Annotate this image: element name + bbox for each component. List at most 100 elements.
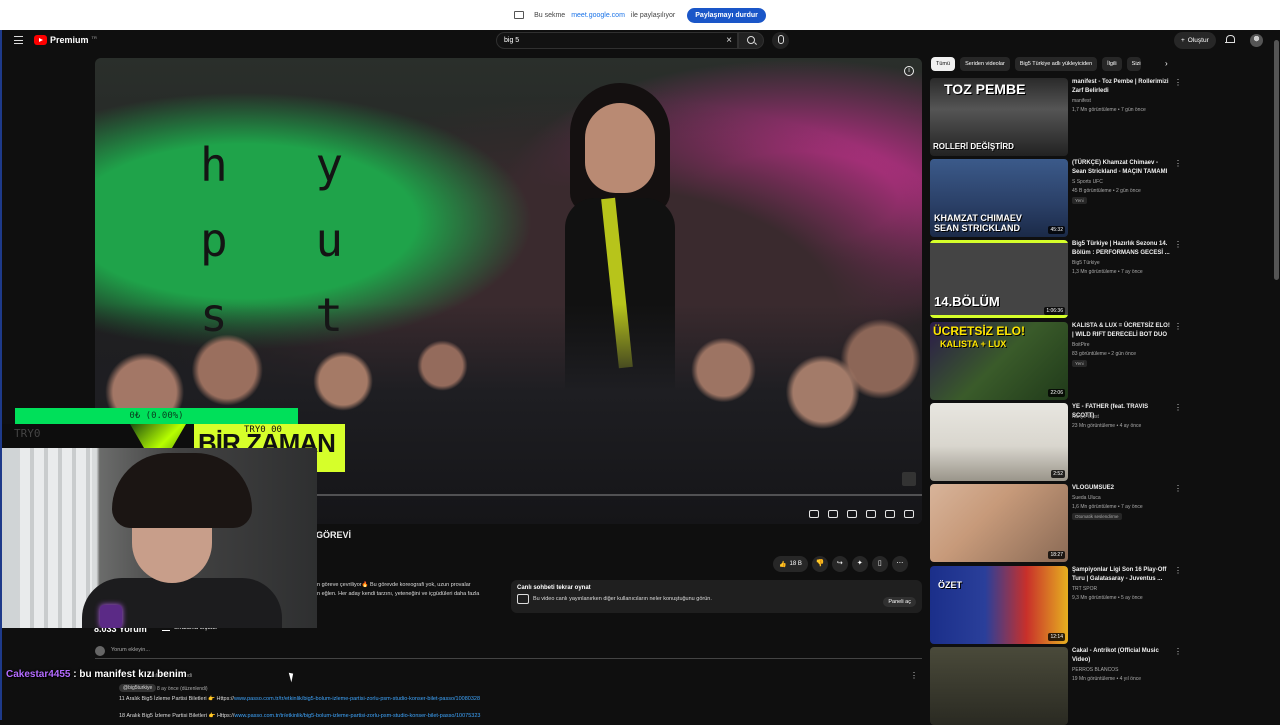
rec-title[interactable]: KALISTA & LUX = ÜCRETSİZ ELO! | WILD RIF… [1072,322,1170,340]
search-input[interactable]: big 5 × [496,32,738,49]
rec-more-icon[interactable]: ⋮ [1174,403,1182,412]
rec-more-icon[interactable]: ⋮ [1174,484,1182,493]
recommended-video[interactable]: ÖZET 12:14 Şampiyonlar Ligi Son 16 Play-… [930,566,1270,644]
rec-meta: 1,6 Mn görüntüleme • 7 ay önce [1072,504,1143,510]
rec-more-icon[interactable]: ⋮ [1174,647,1182,656]
create-button[interactable]: + Oluştur [1174,32,1216,49]
fullscreen-icon[interactable] [904,510,914,518]
rec-more-icon[interactable]: ⋮ [1174,566,1182,575]
rec-channel[interactable]: manifest [1072,98,1091,104]
video-description[interactable]: n göreve çevriliyor🔥 Bu görevde koreogra… [317,581,502,611]
add-comment-input[interactable]: Yorum ekleyin... [95,646,922,659]
chip-for-you[interactable]: Sizin için [1126,57,1141,71]
thumb-text: SEAN STRICKLAND [934,223,1021,233]
rec-title[interactable]: Big5 Türkiye | Hazırlık Sezonu 14. Bölüm… [1072,240,1170,258]
stop-sharing-button[interactable]: Paylaşmayı durdur [687,7,766,23]
account-avatar[interactable] [1250,34,1263,47]
miniplayer-icon[interactable] [866,510,876,518]
video-thumbnail[interactable]: 18:27 [930,484,1068,562]
rec-meta: 1,3 Mn görüntüleme • 7 ay önce [1072,269,1143,275]
stream-left-tag: TRY0 [14,427,41,440]
ask-ai-button[interactable]: ✦ [851,556,868,572]
menu-icon[interactable] [14,36,23,44]
video-thumbnail[interactable] [930,647,1068,725]
rec-title[interactable]: (TÜRKÇE) Khamzat Chimaev - Sean Strickla… [1072,159,1170,177]
video-thumbnail[interactable]: ÜCRETSİZ ELO! KALISTA + LUX 22:06 [930,322,1068,400]
youtube-logo[interactable]: Premium TR [34,35,97,45]
rec-title[interactable]: Şampiyonlar Ligi Son 16 Play-Off Turu | … [1072,566,1170,584]
rec-channel[interactable]: TRT SPOR [1072,586,1097,592]
description-line: n eğlen. Her aday kendi tarzını, yeteneğ… [317,591,480,597]
recommended-video[interactable]: Cakal - Antrikot (Official Music Video) … [930,647,1270,725]
info-icon[interactable]: i [904,66,914,76]
share-bar-suffix: ile paylaşılıyor [630,11,676,19]
create-label: Oluştur [1187,37,1209,44]
thumb-text: 14.BÖLÜM [934,294,1000,309]
dislike-button[interactable]: 👎 [811,556,828,572]
open-panel-button[interactable]: Paneli aç [883,597,916,607]
video-title: GÖREVİ [316,530,352,540]
rec-channel[interactable]: S Sports UFC [1072,179,1103,185]
webcam-curtain [20,448,92,628]
chip-related[interactable]: İlgili [1102,57,1122,71]
rec-more-icon[interactable]: ⋮ [1174,78,1182,87]
rec-channel[interactable]: Sueda Uluca [1072,495,1101,501]
rec-meta: 19 Mn görüntüleme • 4 yıl önce [1072,676,1142,682]
like-count: 18 B [789,561,802,567]
recommended-video[interactable]: 14.BÖLÜM 1:06:36 Big5 Türkiye | Hazırlık… [930,240,1270,318]
settings-gear-icon[interactable] [847,510,857,518]
clear-search-icon[interactable]: × [726,35,732,46]
chip-all[interactable]: Tümü [931,57,956,71]
notifications-bell-icon[interactable] [1225,35,1235,45]
rec-title[interactable]: manifest - Toz Pembe | Rollerimizi Zarf … [1072,78,1170,96]
share-button[interactable]: ↪ [831,556,848,572]
save-button[interactable]: ▯ [871,556,888,572]
video-actions: 👍 18 B 👎 ↪ ✦ ▯ ⋯ [773,556,908,572]
comment-author[interactable]: @big5turkiye [119,684,157,692]
youtube-window: Premium TR big 5 × + Oluştur h y p u s t… [0,30,1280,725]
rec-more-icon[interactable]: ⋮ [1174,159,1182,168]
sponsor-badge-icon[interactable] [902,472,916,486]
chat-username: Cakestar4455 [6,669,71,680]
video-thumbnail[interactable]: TOZ PEMBE ROLLERİ DEĞİŞTİRD [930,78,1068,156]
video-thumbnail[interactable]: KHAMZAT CHIMAEV SEAN STRICKLAND 45:32 [930,159,1068,237]
more-actions-button[interactable]: ⋯ [891,556,908,572]
live-chat-header: Canlı sohbeti tekrar oynat [517,585,591,591]
recommended-video[interactable]: ÜCRETSİZ ELO! KALISTA + LUX 22:06 KALIST… [930,322,1270,400]
search-button[interactable] [738,32,764,49]
comment-link[interactable]: www.passo.com.tr/tr/etkinlik/big5-bolum-… [234,713,480,719]
recommended-video[interactable]: TOZ PEMBE ROLLERİ DEĞİŞTİRD manifest - T… [930,78,1270,156]
rec-more-icon[interactable]: ⋮ [1174,240,1182,249]
rec-title[interactable]: VLOGUMSUE2 [1072,484,1170,493]
comment-link[interactable]: www.passo.com.tr/tr/etkinlik/big5-bolum-… [234,696,480,702]
recommended-video[interactable]: 2:52 YE - FATHER (feat. TRAVIS SCOTT) Ka… [930,403,1270,481]
video-thumbnail[interactable]: ÖZET 12:14 [930,566,1068,644]
comment-date: 8 ay önce (düzenlendi) [157,686,208,692]
monitor-icon [514,11,525,19]
subtitles-icon[interactable] [828,510,838,518]
comment-text: 11 Aralık Big5 İzleme Partisi Biletleri … [119,696,234,702]
stream-banner-small: TRY0 00 [244,425,282,435]
recommended-video[interactable]: KHAMZAT CHIMAEV SEAN STRICKLAND 45:32 (T… [930,159,1270,237]
like-button[interactable]: 👍 18 B [773,556,808,572]
chevron-right-icon[interactable]: › [1165,59,1168,68]
thumb-text: ÖZET [938,580,962,590]
video-thumbnail[interactable]: 14.BÖLÜM 1:06:36 [930,240,1068,318]
page-scrollbar[interactable] [1274,40,1279,280]
recommended-video[interactable]: 18:27 VLOGUMSUE2 Sueda Uluca 1,6 Mn görü… [930,484,1270,562]
rec-channel[interactable]: BoitPire [1072,342,1090,348]
autoplay-toggle-icon[interactable] [809,510,819,518]
video-thumbnail[interactable]: 2:52 [930,403,1068,481]
rec-duration: 22:06 [1048,389,1065,397]
rec-channel[interactable]: Big5 Türkiye [1072,260,1100,266]
rec-channel[interactable]: Kanye West [1072,414,1099,420]
comment-more-icon[interactable]: ⋮ [910,671,918,680]
chip-uploader[interactable]: Big5 Türkiye adlı yükleyiciden [1014,57,1098,71]
chip-series[interactable]: Seriden videolar [960,57,1010,71]
voice-search-icon[interactable] [772,32,789,49]
comment-line: 18 Aralık Big5 İzleme Partisi Biletleri … [119,713,480,719]
rec-title[interactable]: Cakal - Antrikot (Official Music Video) [1072,647,1170,665]
rec-channel[interactable]: PERROS BLANCOS [1072,667,1118,673]
rec-more-icon[interactable]: ⋮ [1174,322,1182,331]
theater-mode-icon[interactable] [885,510,895,518]
